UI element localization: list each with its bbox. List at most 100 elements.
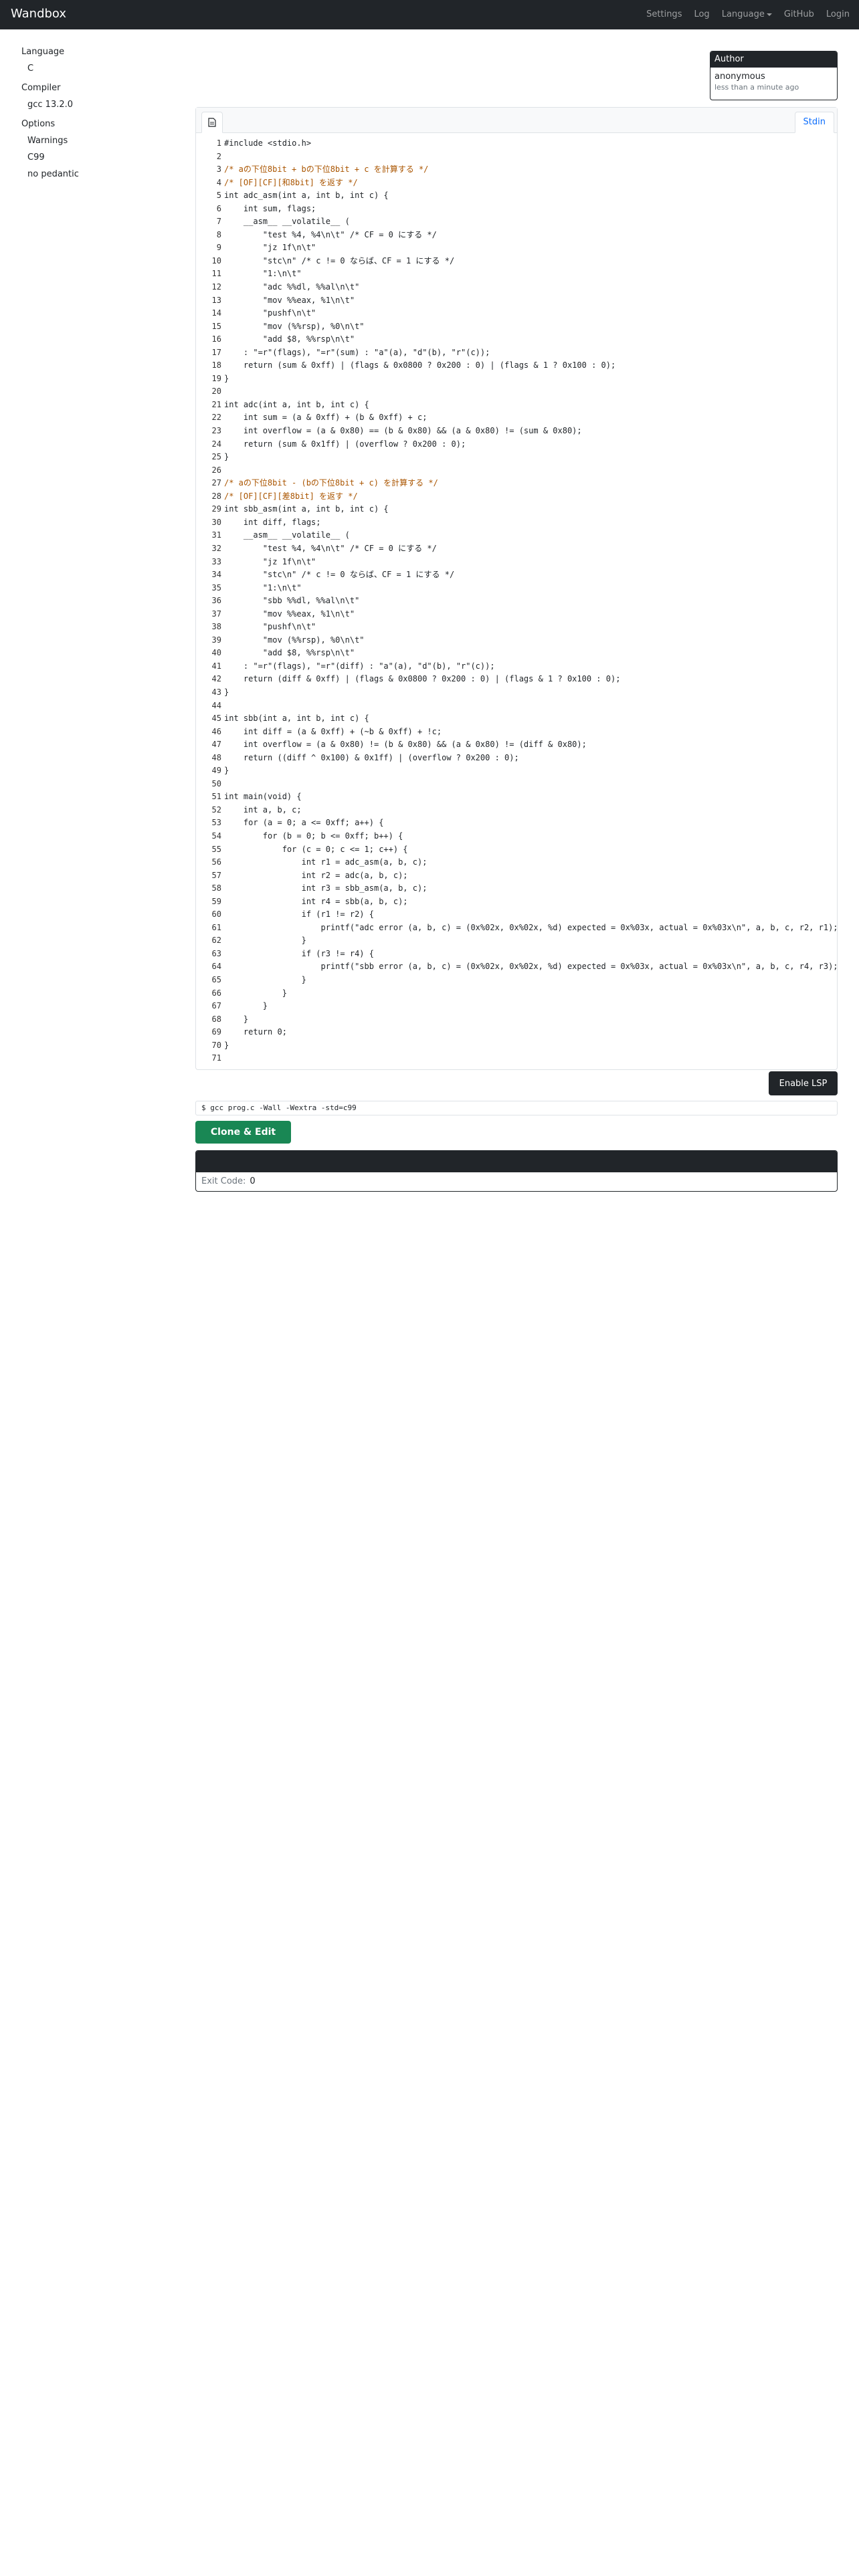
language-value[interactable]: C bbox=[27, 64, 182, 74]
line-number: 22 bbox=[211, 413, 221, 423]
code-line[interactable]: int sum, flags; bbox=[224, 203, 837, 216]
code-line[interactable]: "add $8, %%rsp\n\t" bbox=[224, 647, 837, 660]
line-number: 55 bbox=[211, 844, 221, 854]
code-line[interactable]: if (r3 != r4) { bbox=[224, 948, 837, 961]
code-line[interactable]: } bbox=[224, 974, 837, 987]
code-line[interactable]: "pushf\n\t" bbox=[224, 307, 837, 320]
code-line[interactable]: int r4 = sbb(a, b, c); bbox=[224, 895, 837, 909]
code-line[interactable]: "sbb %%dl, %%al\n\t" bbox=[224, 595, 837, 608]
code-line[interactable]: for (b = 0; b <= 0xff; b++) { bbox=[224, 830, 837, 843]
code-line[interactable]: } bbox=[224, 1000, 837, 1013]
tab-stdin[interactable]: Stdin bbox=[794, 112, 834, 133]
code-line[interactable]: int sbb(int a, int b, int c) { bbox=[224, 712, 837, 726]
nav-language-label: Language bbox=[721, 9, 765, 19]
code-line[interactable]: return ((diff ^ 0x100) & 0x1ff) | (overf… bbox=[224, 752, 837, 765]
line-number: 13 bbox=[211, 295, 221, 305]
code-line[interactable]: "mov (%%rsp), %0\n\t" bbox=[224, 634, 837, 647]
code-line[interactable]: if (r1 != r2) { bbox=[224, 908, 837, 922]
code-line[interactable]: int sum = (a & 0xff) + (b & 0xff) + c; bbox=[224, 411, 837, 425]
line-number: 40 bbox=[211, 648, 221, 658]
code-line[interactable]: } bbox=[224, 764, 837, 778]
code-line[interactable]: int r1 = adc_asm(a, b, c); bbox=[224, 856, 837, 869]
code-line[interactable]: /* [OF][CF][和8bit] を返す */ bbox=[224, 177, 837, 190]
nav-log[interactable]: Log bbox=[694, 9, 709, 19]
code-line[interactable]: "stc\n" /* c != 0 ならば、CF = 1 にする */ bbox=[224, 568, 837, 582]
code-line[interactable]: "pushf\n\t" bbox=[224, 621, 837, 634]
code-line[interactable]: : "=r"(flags), "=r"(diff) : "a"(a), "d"(… bbox=[224, 660, 837, 673]
code-line[interactable]: return (sum & 0x1ff) | (overflow ? 0x200… bbox=[224, 438, 837, 451]
nav-language-dropdown[interactable]: Language bbox=[722, 9, 772, 19]
code-line[interactable] bbox=[224, 150, 837, 164]
code-line[interactable]: } bbox=[224, 1039, 837, 1053]
line-number: 19 bbox=[211, 373, 221, 383]
code-line[interactable]: "mov %%eax, %1\n\t" bbox=[224, 294, 837, 308]
code-line[interactable] bbox=[224, 700, 837, 713]
code-line[interactable]: : "=r"(flags), "=r"(sum) : "a"(a), "d"(b… bbox=[224, 346, 837, 360]
code-line[interactable]: return (sum & 0xff) | (flags & 0x0800 ? … bbox=[224, 359, 837, 372]
code-area[interactable]: 1 2 3 4 5 6 7 8 9 10 11 12 13 14 15 16 17 18 19 20 21 22 23 24 2… bbox=[196, 134, 837, 1068]
nav-settings[interactable]: Settings bbox=[646, 9, 682, 19]
code-line[interactable]: printf("sbb error (a, b, c) = (0x%02x, 0… bbox=[224, 960, 837, 974]
nav-github[interactable]: GitHub bbox=[784, 9, 814, 19]
code-line[interactable]: int adc(int a, int b, int c) { bbox=[224, 399, 837, 412]
code-line[interactable]: } bbox=[224, 686, 837, 700]
code-line[interactable]: } bbox=[224, 934, 837, 948]
compiler-value[interactable]: gcc 13.2.0 bbox=[27, 100, 182, 110]
code-line[interactable]: int main(void) { bbox=[224, 790, 837, 804]
code-line[interactable]: "adc %%dl, %%al\n\t" bbox=[224, 281, 837, 294]
code-line[interactable]: int r3 = sbb_asm(a, b, c); bbox=[224, 882, 837, 895]
code-line[interactable]: "stc\n" /* c != 0 ならば、CF = 1 にする */ bbox=[224, 255, 837, 268]
code-line[interactable]: "jz 1f\n\t" bbox=[224, 241, 837, 255]
code-line[interactable]: int diff, flags; bbox=[224, 516, 837, 530]
code-line[interactable]: printf("adc error (a, b, c) = (0x%02x, 0… bbox=[224, 922, 837, 935]
code-line[interactable]: return (diff & 0xff) | (flags & 0x0800 ?… bbox=[224, 673, 837, 686]
code-line[interactable] bbox=[224, 385, 837, 399]
code-line[interactable]: /* aの下位8bit - (bの下位8bit + c) を計算する */ bbox=[224, 477, 837, 490]
code-line[interactable] bbox=[224, 778, 837, 791]
brand-logo[interactable]: Wandbox bbox=[11, 7, 66, 21]
option-no-pedantic[interactable]: no pedantic bbox=[27, 169, 182, 179]
option-warnings[interactable]: Warnings bbox=[27, 136, 182, 146]
code-line[interactable]: int diff = (a & 0xff) + (~b & 0xff) + !c… bbox=[224, 726, 837, 739]
clone-edit-button[interactable]: Clone & Edit bbox=[195, 1121, 291, 1144]
code-line[interactable] bbox=[224, 1052, 837, 1065]
code-line[interactable] bbox=[224, 464, 837, 477]
code-line[interactable]: int sbb_asm(int a, int b, int c) { bbox=[224, 503, 837, 516]
line-number: 65 bbox=[211, 975, 221, 984]
code-line[interactable]: "add $8, %%rsp\n\t" bbox=[224, 333, 837, 346]
code-line[interactable]: return 0; bbox=[224, 1026, 837, 1039]
code-lines[interactable]: #include <stdio.h> /* aの下位8bit + bの下位8bit… bbox=[224, 137, 837, 1065]
code-line[interactable]: } bbox=[224, 1013, 837, 1027]
code-line[interactable]: "jz 1f\n\t" bbox=[224, 556, 837, 569]
code-line[interactable]: } bbox=[224, 451, 837, 464]
code-line[interactable]: for (c = 0; c <= 1; c++) { bbox=[224, 843, 837, 857]
code-line[interactable]: int overflow = (a & 0x80) != (b & 0x80) … bbox=[224, 738, 837, 752]
code-line[interactable]: int overflow = (a & 0x80) == (b & 0x80) … bbox=[224, 425, 837, 438]
code-line[interactable]: "test %4, %4\n\t" /* CF = 0 にする */ bbox=[224, 229, 837, 242]
enable-lsp-button[interactable]: Enable LSP bbox=[769, 1071, 838, 1095]
tab-source-file[interactable] bbox=[201, 112, 223, 133]
line-number: 62 bbox=[211, 936, 221, 946]
code-line[interactable]: "mov %%eax, %1\n\t" bbox=[224, 608, 837, 621]
code-line[interactable]: } bbox=[224, 987, 837, 1000]
code-line[interactable]: /* [OF][CF][差8bit] を返す */ bbox=[224, 490, 837, 504]
code-line[interactable]: for (a = 0; a <= 0xff; a++) { bbox=[224, 817, 837, 830]
line-number: 49 bbox=[211, 766, 221, 776]
nav-login[interactable]: Login bbox=[826, 9, 850, 19]
code-line[interactable]: #include <stdio.h> bbox=[224, 137, 837, 150]
code-line[interactable]: "1:\n\t" bbox=[224, 582, 837, 595]
line-number: 37 bbox=[211, 609, 221, 619]
code-line[interactable]: __asm__ __volatile__ ( bbox=[224, 215, 837, 229]
code-line[interactable]: } bbox=[224, 372, 837, 386]
option-c99[interactable]: C99 bbox=[27, 152, 182, 163]
code-line[interactable]: __asm__ __volatile__ ( bbox=[224, 529, 837, 542]
code-line[interactable]: int r2 = adc(a, b, c); bbox=[224, 869, 837, 883]
code-line[interactable]: int adc_asm(int a, int b, int c) { bbox=[224, 189, 837, 203]
code-line[interactable]: "1:\n\t" bbox=[224, 267, 837, 281]
code-line[interactable]: int a, b, c; bbox=[224, 804, 837, 817]
code-line[interactable]: "test %4, %4\n\t" /* CF = 0 にする */ bbox=[224, 542, 837, 556]
code-line[interactable]: /* aの下位8bit + bの下位8bit + c を計算する */ bbox=[224, 163, 837, 177]
code-line[interactable]: "mov (%%rsp), %0\n\t" bbox=[224, 320, 837, 334]
language-section: Language C bbox=[21, 47, 182, 74]
line-number: 48 bbox=[211, 752, 221, 762]
